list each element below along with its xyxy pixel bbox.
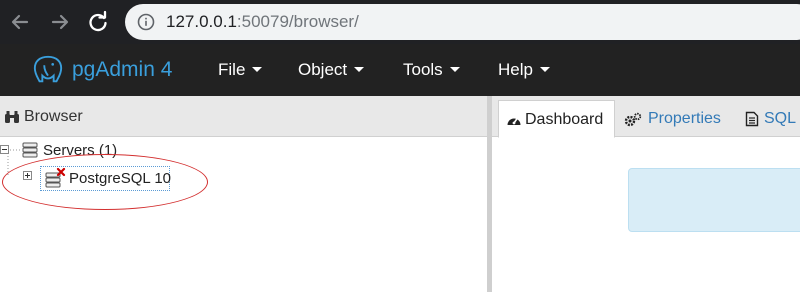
info-icon[interactable] bbox=[137, 13, 155, 31]
server-disconnected-icon bbox=[45, 168, 66, 188]
url-text: 127.0.0.1:50079/browser/ bbox=[166, 12, 359, 32]
tab-properties-label: Properties bbox=[648, 110, 721, 127]
tab-properties[interactable]: Properties bbox=[620, 100, 732, 138]
menu-help[interactable]: Help bbox=[498, 60, 550, 80]
main-tab-bar: Dashboard Properties SQL bbox=[492, 96, 800, 138]
tab-dashboard-label: Dashboard bbox=[525, 111, 604, 128]
menu-tools-label: Tools bbox=[403, 60, 443, 79]
app-navbar: pgAdmin 4 File Object Tools Help bbox=[0, 44, 800, 96]
main-panel: Dashboard Properties SQL bbox=[492, 96, 800, 292]
cogs-icon bbox=[624, 112, 642, 127]
menu-file[interactable]: File bbox=[218, 60, 263, 80]
menu-object[interactable]: Object bbox=[298, 60, 365, 80]
browser-panel: Browser Servers (1) PostgreSQL 10 bbox=[0, 96, 487, 292]
reload-icon bbox=[89, 10, 107, 32]
tab-sql[interactable]: SQL bbox=[742, 100, 800, 138]
server-label: PostgreSQL 10 bbox=[69, 170, 172, 187]
arrow-left-icon bbox=[11, 14, 29, 30]
servers-label: Servers (1) bbox=[43, 142, 118, 159]
dashboard-info-box bbox=[628, 168, 800, 232]
url-host: 127.0.0.1 bbox=[166, 12, 237, 31]
arrow-right-icon bbox=[51, 14, 69, 30]
caret-down-icon bbox=[449, 67, 460, 72]
caret-down-icon bbox=[539, 67, 550, 72]
menu-help-label: Help bbox=[498, 60, 533, 79]
binoculars-icon bbox=[5, 111, 19, 123]
app-title[interactable]: pgAdmin 4 bbox=[72, 58, 172, 82]
elephant-logo-icon bbox=[33, 55, 63, 83]
tab-sql-label: SQL bbox=[764, 110, 797, 127]
url-path: :50079/browser/ bbox=[236, 12, 359, 31]
reload-button[interactable] bbox=[85, 9, 111, 35]
caret-down-icon bbox=[354, 67, 365, 72]
servers-icon bbox=[22, 142, 38, 158]
browser-toolbar: 127.0.0.1:50079/browser/ bbox=[0, 0, 800, 44]
expand-toggle-icon[interactable] bbox=[23, 171, 32, 180]
address-bar[interactable]: 127.0.0.1:50079/browser/ bbox=[125, 4, 800, 40]
menu-tools[interactable]: Tools bbox=[403, 60, 460, 80]
browser-panel-title: Browser bbox=[24, 108, 83, 125]
browser-panel-header: Browser bbox=[0, 96, 487, 137]
dashboard-icon bbox=[507, 117, 521, 125]
back-button[interactable] bbox=[7, 9, 33, 35]
file-text-icon bbox=[745, 111, 759, 127]
forward-button[interactable] bbox=[47, 9, 73, 35]
tab-dashboard[interactable]: Dashboard bbox=[498, 100, 615, 138]
collapse-toggle-icon[interactable] bbox=[0, 145, 9, 154]
menu-object-label: Object bbox=[298, 60, 348, 79]
menu-file-label: File bbox=[218, 60, 246, 79]
caret-down-icon bbox=[252, 67, 263, 72]
